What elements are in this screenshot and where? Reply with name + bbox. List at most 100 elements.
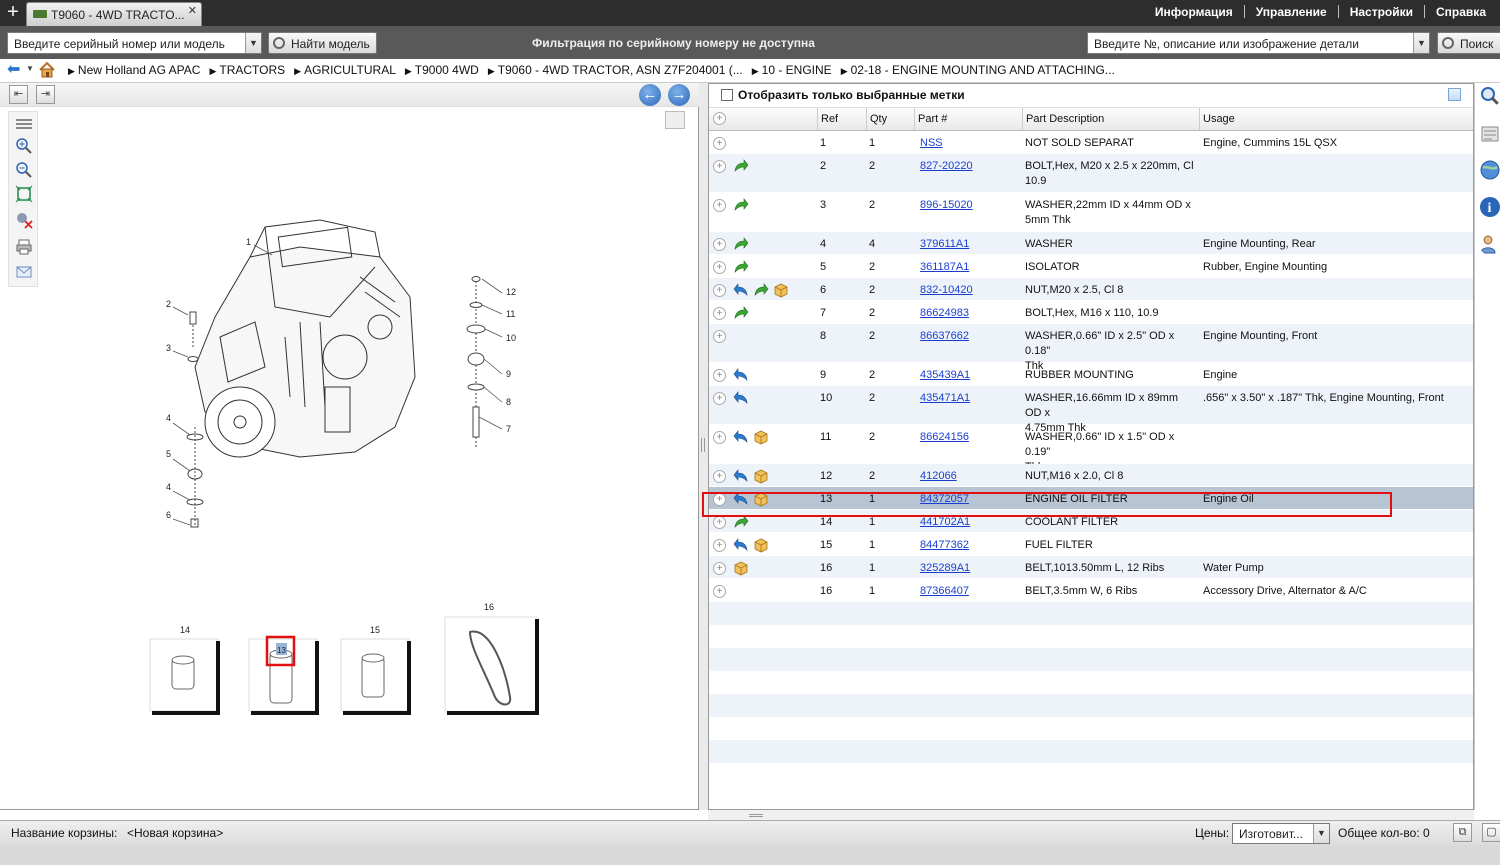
callout-10[interactable]: 10	[506, 333, 516, 343]
row-part-number-link[interactable]: 441702A1	[920, 515, 970, 530]
row-part-number-link[interactable]: 435471A1	[920, 391, 970, 406]
menu-manage[interactable]: Управление	[1256, 5, 1327, 19]
table-row[interactable]: + 10 2 435471A1 WASHER,16.66mm ID x 89mm…	[709, 386, 1473, 434]
find-model-button[interactable]: Найти модель	[268, 32, 377, 54]
package-box-icon[interactable]	[753, 537, 769, 553]
parts-list-icon[interactable]	[1479, 123, 1500, 145]
callout-9[interactable]: 9	[506, 369, 511, 379]
row-part-number-link[interactable]: 896-15020	[920, 198, 973, 213]
breadcrumb-item-agricultural[interactable]: AGRICULTURAL	[294, 63, 396, 77]
table-row[interactable]: + 4 4 379611A1 WASHER Engine Mounting, R…	[709, 232, 1473, 255]
add-to-cart-icon[interactable]: +	[713, 516, 726, 529]
menu-lines-icon[interactable]	[15, 115, 33, 133]
row-part-number-link[interactable]: 435439A1	[920, 368, 970, 383]
table-row[interactable]: + 6 2 832-10420 NUT,M20 x 2.5, Cl 8	[709, 278, 1473, 301]
horizontal-splitter[interactable]	[708, 810, 1474, 820]
prices-select[interactable]: Изготовит... ▼	[1232, 823, 1330, 844]
zoom-in-icon[interactable]	[15, 137, 33, 155]
chevron-down-icon[interactable]: ▼	[1313, 824, 1329, 843]
expand-right-icon[interactable]: ⇥	[36, 85, 55, 104]
replacement-arrow-icon[interactable]	[733, 259, 749, 275]
menu-settings[interactable]: Настройки	[1350, 5, 1413, 19]
table-row[interactable]: + 16 1 87366407 BELT,3.5mm W, 6 Ribs Acc…	[709, 579, 1473, 602]
print-icon[interactable]	[15, 238, 33, 256]
table-row[interactable]: + 5 2 361187A1 ISOLATOR Rubber, Engine M…	[709, 255, 1473, 278]
row-part-number-link[interactable]: 412066	[920, 469, 957, 484]
row-part-number-link[interactable]: 86624983	[920, 306, 969, 321]
new-tab-plus-icon[interactable]: +	[4, 2, 22, 22]
row-part-number-link[interactable]: 832-10420	[920, 283, 973, 298]
add-to-cart-icon[interactable]: +	[713, 307, 726, 320]
table-row[interactable]: + 9 2 435439A1 RUBBER MOUNTING Engine	[709, 363, 1473, 386]
callout-4b[interactable]: 4	[166, 482, 171, 492]
add-to-cart-icon[interactable]: +	[713, 562, 726, 575]
add-to-cart-icon[interactable]: +	[713, 369, 726, 382]
package-box-icon[interactable]	[773, 282, 789, 298]
add-to-cart-icon[interactable]: +	[713, 539, 726, 552]
breadcrumb-item-tractors[interactable]: TRACTORS	[209, 63, 285, 77]
row-part-number-link[interactable]: 827-20220	[920, 159, 973, 174]
callout-3[interactable]: 3	[166, 343, 171, 353]
row-part-number-link[interactable]: NSS	[920, 136, 943, 151]
add-to-cart-icon[interactable]: +	[713, 199, 726, 212]
replacement-arrow-icon[interactable]	[733, 236, 749, 252]
vertical-splitter[interactable]	[699, 83, 708, 810]
superseded-arrow-icon[interactable]	[733, 390, 749, 406]
column-settings-icon[interactable]	[1448, 88, 1461, 101]
callout-16[interactable]: 16	[484, 602, 494, 612]
callout-8[interactable]: 8	[506, 397, 511, 407]
callout-14[interactable]: 14	[180, 625, 190, 635]
callout-12[interactable]: 12	[506, 287, 516, 297]
callout-11[interactable]: 11	[506, 309, 515, 319]
row-part-number-link[interactable]: 379611A1	[920, 237, 969, 252]
maximize-window-icon[interactable]: ▢	[1482, 823, 1500, 842]
replacement-arrow-icon[interactable]	[733, 197, 749, 213]
home-icon[interactable]	[38, 61, 56, 79]
next-page-icon[interactable]: →	[668, 84, 690, 106]
add-to-cart-icon[interactable]: +	[713, 392, 726, 405]
table-row[interactable]: + 12 2 412066 NUT,M16 x 2.0, Cl 8	[709, 464, 1473, 487]
breadcrumb-item-brand[interactable]: New Holland AG APAC	[68, 63, 200, 77]
column-qty[interactable]: Qty	[866, 108, 915, 130]
search-icon[interactable]	[1479, 85, 1500, 107]
breadcrumb-item-section[interactable]: 10 - ENGINE	[752, 63, 832, 77]
replacement-arrow-icon[interactable]	[733, 305, 749, 321]
table-row[interactable]: + 8 2 86637662 WASHER,0.66" ID x 2.5" OD…	[709, 324, 1473, 372]
superseded-arrow-icon[interactable]	[733, 429, 749, 445]
add-to-cart-icon[interactable]: +	[713, 585, 726, 598]
row-part-number-link[interactable]: 361187A1	[920, 260, 969, 275]
breadcrumb-item-series[interactable]: T9000 4WD	[405, 63, 479, 77]
callout-13[interactable]: 13	[277, 646, 286, 655]
add-to-cart-icon[interactable]: +	[713, 238, 726, 251]
add-to-cart-icon[interactable]: +	[713, 330, 726, 343]
tab-document[interactable]: T9060 - 4WD TRACTO... ✕	[26, 2, 202, 26]
restore-window-icon[interactable]: ⧉	[1453, 823, 1472, 842]
users-icon[interactable]	[1479, 233, 1500, 255]
menu-info[interactable]: Информация	[1155, 5, 1233, 19]
package-box-icon[interactable]	[753, 468, 769, 484]
globe-icon[interactable]	[1479, 159, 1500, 181]
superseded-arrow-icon[interactable]	[733, 468, 749, 484]
breadcrumb-item-model[interactable]: T9060 - 4WD TRACTOR, ASN Z7F204001 (...	[488, 63, 743, 77]
callout-4[interactable]: 4	[166, 413, 171, 423]
menu-help[interactable]: Справка	[1436, 5, 1486, 19]
column-usage[interactable]: Usage	[1199, 108, 1473, 130]
superseded-arrow-icon[interactable]	[733, 282, 749, 298]
callout-15[interactable]: 15	[370, 625, 380, 635]
column-part-number[interactable]: Part #	[914, 108, 1023, 130]
search-button[interactable]: Поиск	[1437, 32, 1500, 54]
column-part-description[interactable]: Part Description	[1022, 108, 1200, 130]
add-to-cart-icon[interactable]: +	[713, 431, 726, 444]
row-part-number-link[interactable]: 86637662	[920, 329, 969, 344]
splitter-grip-icon[interactable]	[701, 438, 705, 452]
table-row[interactable]: + 16 1 325289A1 BELT,1013.50mm L, 12 Rib…	[709, 556, 1473, 579]
clear-highlight-icon[interactable]	[15, 211, 33, 229]
zoom-out-icon[interactable]	[15, 161, 33, 179]
tab-close-icon[interactable]: ✕	[188, 4, 197, 17]
collapse-left-icon[interactable]: ⇤	[9, 85, 28, 104]
table-row[interactable]: + 3 2 896-15020 WASHER,22mm ID x 44mm OD…	[709, 193, 1473, 232]
cart-name-value[interactable]: <Новая корзина>	[127, 826, 223, 840]
fit-to-window-icon[interactable]	[15, 185, 33, 203]
back-arrow-icon[interactable]: ⬅	[7, 62, 23, 78]
only-selected-checkbox[interactable]	[721, 89, 733, 101]
